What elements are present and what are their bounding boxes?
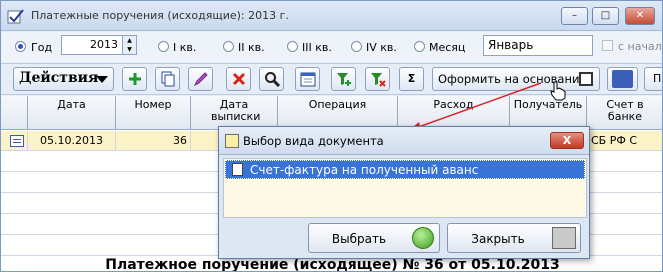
edit-button[interactable] [188, 67, 213, 91]
document-row-icon [10, 135, 24, 147]
filter-add-button[interactable] [331, 67, 356, 91]
radio-q4[interactable] [351, 41, 362, 52]
radio-q4-label: IV кв. [366, 41, 397, 54]
plus-icon [128, 73, 141, 85]
cell-bank-account: СБ РФ С [587, 131, 662, 151]
year-down-icon[interactable]: ▼ [122, 45, 136, 54]
pencil-icon [193, 72, 208, 87]
document-type-dialog: Выбор вида документа X Счет-фактура на п… [218, 126, 590, 259]
document-type-list: Счет-фактура на полученный аванс [223, 158, 587, 218]
close-button[interactable]: Закрыть [447, 223, 581, 253]
dt-kt-button[interactable] [607, 67, 638, 91]
window-title: Платежные поручения (исходящие): 2013 г. [31, 9, 289, 22]
window-close-button[interactable]: ✕ [625, 7, 655, 25]
document-icon [232, 163, 243, 176]
radio-year-label: Год [31, 41, 53, 54]
year-up-icon[interactable]: ▲ [122, 36, 136, 45]
copy-button[interactable] [155, 67, 180, 91]
column-header-operation[interactable]: Операция [278, 96, 398, 130]
radio-q1-label: I кв. [173, 41, 197, 54]
radio-year[interactable] [15, 41, 26, 52]
select-button-label: Выбрать [331, 232, 387, 246]
copy-icon [161, 71, 174, 87]
calendar-button[interactable] [295, 67, 320, 91]
actions-menu-button[interactable]: Действия [13, 67, 114, 91]
print-button[interactable]: П [644, 67, 662, 91]
filter-remove-button[interactable] [365, 67, 390, 91]
filter-add-icon [336, 73, 351, 86]
column-header-bank-account[interactable]: Счет в банке [587, 96, 662, 130]
from-start-label: с начал [618, 40, 662, 53]
column-header-issue-date[interactable]: Дата выписки [191, 96, 278, 130]
search-button[interactable] [259, 67, 284, 91]
dialog-close-button[interactable]: X [550, 132, 584, 149]
from-start-checkbox[interactable] [602, 40, 613, 51]
qr-code-icon [579, 72, 593, 86]
minimize-button[interactable]: – [561, 7, 588, 25]
cell-number: 36 [116, 131, 191, 151]
select-button[interactable]: Выбрать [308, 223, 440, 253]
cell-date: 05.10.2013 [28, 131, 116, 151]
actions-label: Действия [19, 70, 99, 86]
calendar-icon [300, 72, 315, 87]
delete-button[interactable] [226, 67, 251, 91]
checkmark-icon [412, 227, 434, 249]
notepad-icon [225, 134, 239, 148]
checkmark-document-icon [7, 9, 24, 24]
radio-q3[interactable] [287, 41, 298, 52]
main-window: Платежные поручения (исходящие): 2013 г.… [0, 0, 663, 272]
dialog-title-bar: Выбор вида документа X [219, 127, 589, 155]
search-icon [264, 72, 280, 88]
exit-door-icon [552, 227, 576, 249]
add-button[interactable] [122, 67, 147, 91]
radio-q2[interactable] [223, 41, 234, 52]
month-input[interactable]: Январь [483, 35, 593, 56]
radio-month-label: Месяц [429, 41, 466, 54]
column-header-date[interactable]: Дата [28, 96, 116, 130]
dialog-title: Выбор вида документа [243, 134, 384, 148]
radio-q1[interactable] [158, 41, 169, 52]
dt-kt-icon [612, 70, 633, 88]
radio-q3-label: III кв. [302, 41, 332, 54]
column-header-number[interactable]: Номер [116, 96, 191, 130]
radio-q2-label: II кв. [238, 41, 265, 54]
list-item[interactable]: Счет-фактура на полученный аванс [225, 160, 585, 179]
list-item-label: Счет-фактура на полученный аванс [250, 163, 479, 177]
delete-icon [232, 72, 245, 86]
title-bar: Платежные поручения (исходящие): 2013 г.… [1, 1, 662, 31]
filter-remove-icon [370, 73, 386, 87]
column-header-icon[interactable] [1, 96, 28, 130]
table-header: Дата Номер Дата выписки Операция Расход … [1, 96, 662, 130]
maximize-button[interactable]: □ [592, 7, 619, 25]
close-button-label: Закрыть [471, 232, 525, 246]
radio-month[interactable] [414, 41, 425, 52]
hand-cursor-icon [550, 81, 566, 101]
row-icon-cell [1, 131, 28, 151]
caret-down-icon [96, 76, 108, 83]
